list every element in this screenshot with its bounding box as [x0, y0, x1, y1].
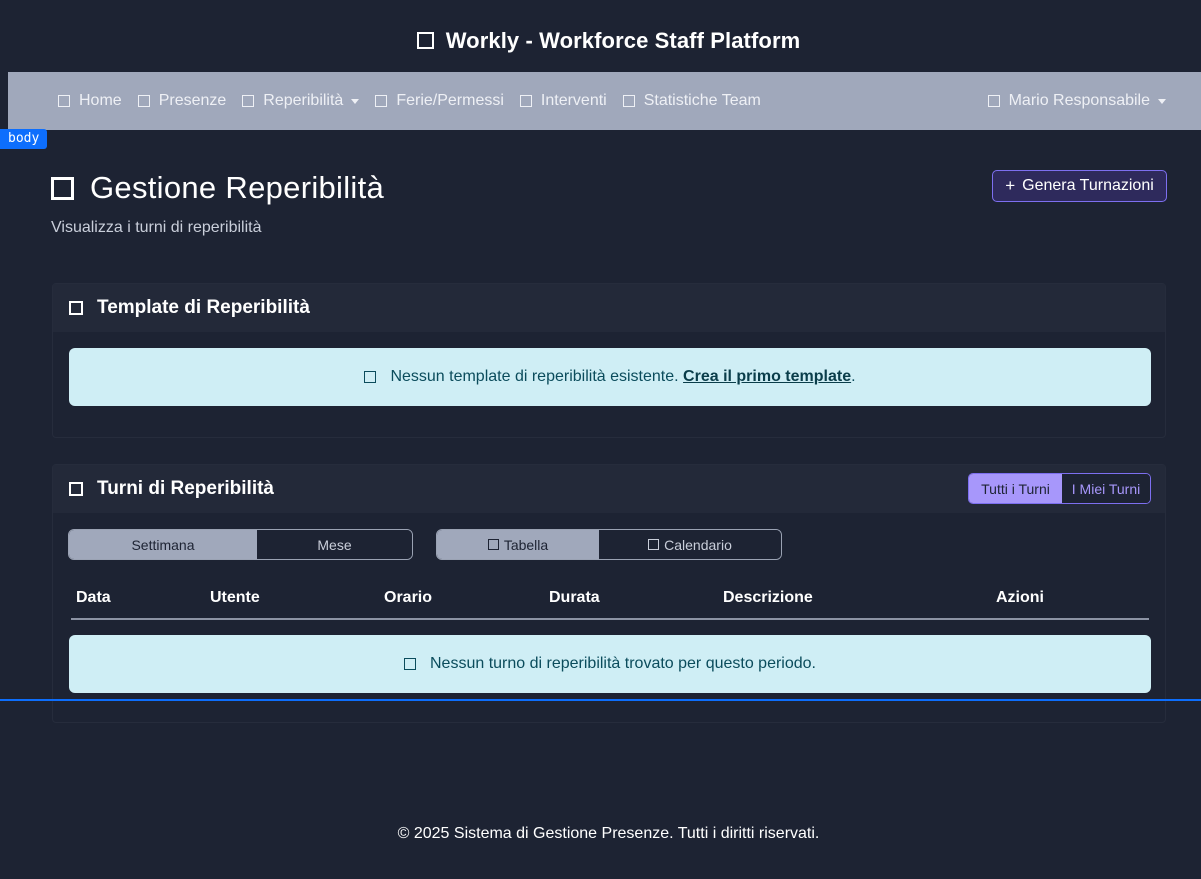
column-header-orario: Orario [384, 589, 433, 606]
period-month-button[interactable]: Mese [257, 530, 412, 559]
nav-item-label: Presenze [158, 92, 227, 109]
debug-body-tag: body [0, 129, 48, 149]
view-calendar-label: Calendario [664, 536, 732, 553]
app-title-text: Workly - Workforce Staff Platform [445, 28, 801, 53]
shifts-icon [69, 482, 83, 496]
footer: © 2025 Sistema di Gestione Presenze. Tut… [397, 825, 820, 842]
nav-item-label: Statistiche Team [643, 92, 761, 109]
period-selector: Settimana Mese [68, 529, 413, 560]
shift-owner-filter: Tutti i Turni I Miei Turni [968, 473, 1151, 504]
templates-card-header: Template di Reperibilità [53, 284, 1165, 332]
shifts-card-title-text: Turni di Reperibilità [97, 478, 274, 499]
templates-card-title-text: Template di Reperibilità [97, 297, 310, 318]
period-week-button[interactable]: Settimana [69, 530, 257, 559]
info-icon [364, 371, 377, 383]
nav-item-home[interactable]: Home [58, 92, 122, 110]
user-icon [987, 95, 1000, 107]
vacation-icon [375, 95, 388, 107]
shifts-card: Turni di Reperibilità Tutti i Turni I Mi… [52, 464, 1166, 723]
on-call-icon [242, 95, 255, 107]
nav-item-presenze[interactable]: Presenze [137, 92, 227, 110]
generate-shifts-label: Genera Turnazioni [1022, 177, 1154, 194]
nav-item-label: Home [79, 92, 122, 109]
column-header-utente: Utente [210, 589, 260, 606]
nav-item-label: Ferie/Permessi [396, 92, 504, 109]
view-table-label: Tabella [503, 536, 549, 553]
nav-item-label: Interventi [540, 92, 607, 109]
shifts-empty-text: Nessun turno di reperibilità trovato per… [430, 655, 816, 672]
shifts-empty-alert: Nessun turno di reperibilità trovato per… [69, 635, 1151, 693]
filter-my-shifts[interactable]: I Miei Turni [1062, 474, 1150, 503]
presence-icon [137, 95, 150, 107]
navbar: Home Presenze Reperibilità Ferie/Permess… [8, 72, 1201, 130]
view-selector: Tabella Calendario [436, 529, 782, 560]
page-title-text: Gestione Reperibilità [90, 170, 385, 205]
page-title: Gestione Reperibilità [51, 170, 384, 206]
debug-guide-line [0, 699, 1201, 701]
nav-item-interventi[interactable]: Interventi [519, 92, 607, 110]
column-header-azioni: Azioni [996, 589, 1044, 606]
column-header-descrizione: Descrizione [723, 589, 813, 606]
plus-icon: + [1005, 176, 1016, 195]
templates-card: Template di Reperibilità Nessun template… [52, 283, 1166, 438]
interventions-icon [519, 95, 532, 107]
user-menu[interactable]: Mario Responsabile [987, 92, 1166, 110]
calendar-icon [648, 539, 660, 550]
filter-all-shifts[interactable]: Tutti i Turni [969, 474, 1062, 503]
shifts-table-header: Data Utente Orario Durata Descrizione Az… [71, 585, 1149, 620]
column-header-durata: Durata [549, 589, 600, 606]
home-icon [58, 95, 70, 107]
templates-empty-alert: Nessun template di reperibilità esistent… [69, 348, 1151, 406]
page-subtitle: Visualizza i turni di reperibilità [51, 219, 262, 236]
shifts-card-title: Turni di Reperibilità [69, 478, 274, 500]
templates-empty-text: Nessun template di reperibilità esistent… [390, 368, 679, 385]
info-icon [404, 658, 416, 670]
generate-shifts-button[interactable]: + Genera Turnazioni [992, 170, 1167, 202]
nav-item-statistiche-team[interactable]: Statistiche Team [622, 92, 761, 110]
chevron-down-icon [351, 98, 360, 104]
template-icon [69, 301, 83, 315]
templates-card-title: Template di Reperibilità [69, 297, 310, 319]
table-icon [487, 539, 499, 550]
stats-icon [622, 95, 635, 107]
app-title: Workly - Workforce Staff Platform [0, 28, 1201, 54]
chevron-down-icon [1158, 98, 1166, 104]
nav-item-ferie-permessi[interactable]: Ferie/Permessi [375, 92, 504, 110]
nav-item-label: Reperibilità [263, 92, 344, 109]
user-name: Mario Responsabile [1008, 92, 1150, 109]
view-table-button[interactable]: Tabella [437, 530, 599, 559]
column-header-data: Data [76, 589, 111, 606]
alert-period: . [851, 368, 856, 385]
view-calendar-button[interactable]: Calendario [599, 530, 781, 559]
on-call-icon [51, 176, 74, 200]
create-first-template-link[interactable]: Crea il primo template [683, 368, 851, 386]
logo-icon [416, 31, 434, 49]
nav-links: Home Presenze Reperibilità Ferie/Permess… [58, 92, 777, 110]
nav-item-reperibilita[interactable]: Reperibilità [242, 92, 360, 110]
